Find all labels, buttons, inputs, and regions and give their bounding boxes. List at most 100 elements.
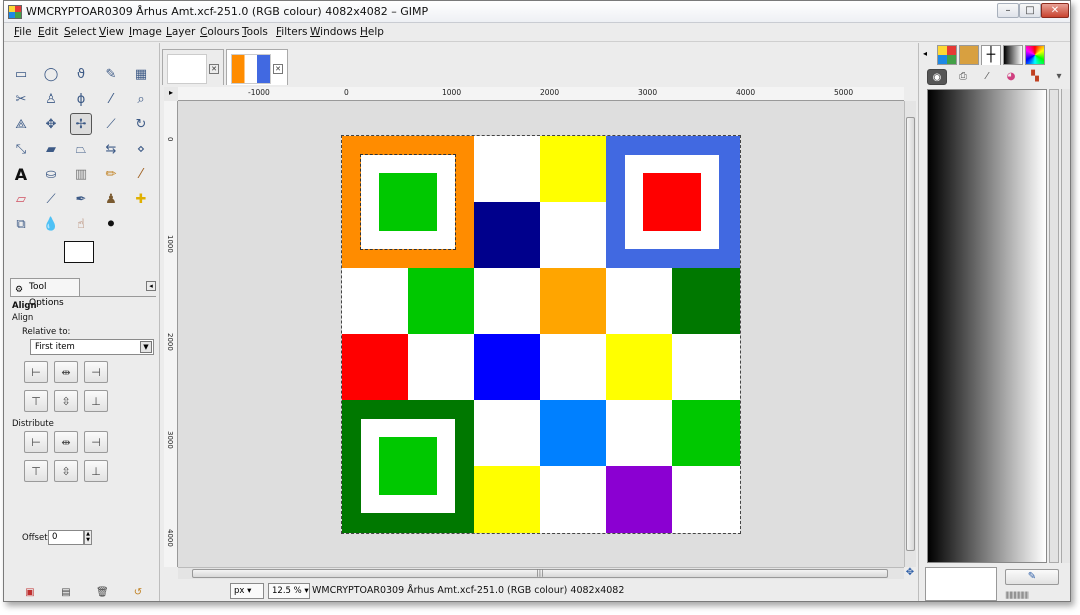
dock-scrollbar[interactable] (1049, 89, 1059, 563)
flip-tool-icon[interactable]: ⇆ (100, 138, 122, 160)
align-left-edge-button[interactable]: ⊢ (24, 361, 48, 383)
color-select-tool-icon[interactable]: ▦ (130, 63, 152, 85)
tab-tool-presets[interactable]: ┼ (981, 45, 1001, 65)
menu-help[interactable]: Help (360, 26, 384, 38)
menu-filters[interactable]: Filters (276, 26, 307, 38)
menu-windows[interactable]: Windows (310, 26, 357, 38)
chevron-down-icon[interactable]: ▼ (140, 341, 152, 353)
foreground-color[interactable] (64, 241, 94, 263)
clone-tool-icon[interactable]: ♟ (100, 188, 122, 210)
smudge-tool-icon[interactable]: ☝ (70, 213, 92, 235)
horizontal-scrollbar[interactable]: ||| (178, 567, 904, 579)
quick-mask-corner[interactable]: ▸ (164, 87, 178, 101)
perspective-clone-tool-icon[interactable]: ⧉ (10, 213, 32, 235)
distribute-v-center-button[interactable]: ⇳ (54, 460, 78, 482)
vertical-scroll-thumb[interactable] (906, 117, 915, 551)
align-top-edge-button[interactable]: ⊤ (24, 390, 48, 412)
close-icon[interactable]: ✕ (209, 64, 219, 74)
airbrush-tool-icon[interactable]: ⟋ (40, 188, 62, 210)
tab-patterns[interactable] (937, 45, 957, 65)
foreground-select-tool-icon[interactable]: ♙ (40, 88, 62, 110)
palette-icon[interactable]: ▚ (1025, 69, 1045, 85)
restore-options-icon[interactable]: ▤ (60, 587, 72, 599)
menu-file[interactable]: File (14, 26, 32, 38)
offset-field[interactable]: 0 (48, 530, 84, 545)
gimp-mascot-icon[interactable]: ◉ (927, 69, 947, 85)
minimize-button[interactable]: – (997, 3, 1019, 18)
shear-tool-icon[interactable]: ▰ (40, 138, 62, 160)
image-canvas[interactable] (341, 135, 741, 534)
brush-preview[interactable] (925, 567, 997, 601)
unit-select[interactable]: px ▾ (230, 583, 264, 599)
measure-tool-icon[interactable]: ⟁ (10, 113, 32, 135)
eraser-tool-icon[interactable]: ▱ (10, 188, 32, 210)
navigate-icon[interactable]: ✥ (904, 567, 916, 579)
tab-palettes[interactable] (1025, 45, 1045, 65)
align-right-edge-button[interactable]: ⊣ (84, 361, 108, 383)
tab-menu-icon[interactable]: ◂ (146, 281, 156, 291)
image-tab-crypto[interactable]: ✕ (226, 49, 288, 85)
brush-icon[interactable]: ⁄ (977, 69, 997, 85)
distribute-h-center-button[interactable]: ⇹ (54, 431, 78, 453)
close-button[interactable]: ✕ (1041, 3, 1069, 18)
blend-tool-icon[interactable]: ▥ (70, 163, 92, 185)
distribute-bottom-button[interactable]: ⊥ (84, 460, 108, 482)
menu-view[interactable]: View (99, 26, 124, 38)
blur-tool-icon[interactable]: 💧 (40, 213, 62, 235)
zoom-select[interactable]: 12.5 % ▾ (268, 583, 310, 599)
tab-tool-options[interactable]: ⚙ Tool Options (10, 278, 80, 308)
edit-button[interactable]: ✎ (1005, 569, 1059, 585)
distribute-left-button[interactable]: ⊢ (24, 431, 48, 453)
perspective-tool-icon[interactable]: ⏢ (70, 138, 92, 160)
color-picker-tool-icon[interactable]: ⁄ (100, 88, 122, 110)
maximize-button[interactable]: □ (1019, 3, 1041, 18)
heal-tool-icon[interactable]: ✚ (130, 188, 152, 210)
tab-gradients[interactable] (1003, 45, 1023, 65)
rotate-tool-icon[interactable]: ↻ (130, 113, 152, 135)
save-options-icon[interactable]: ▣ (24, 587, 36, 599)
delete-options-icon[interactable]: 🗑 (96, 587, 109, 599)
rect-select-tool-icon[interactable]: ▭ (10, 63, 32, 85)
paintbrush-tool-icon[interactable]: ⁄ (130, 163, 152, 185)
pencil-tool-icon[interactable]: ✏ (100, 163, 122, 185)
ink-tool-icon[interactable]: ✒ (70, 188, 92, 210)
free-select-tool-icon[interactable]: ϑ (70, 63, 92, 85)
align-h-center-button[interactable]: ⇹ (54, 361, 78, 383)
move-tool-icon[interactable]: ✥ (40, 113, 62, 135)
cage-transform-tool-icon[interactable]: ⋄ (130, 138, 152, 160)
gradient-preview[interactable] (927, 89, 1047, 563)
canvas-viewport[interactable] (178, 101, 904, 567)
zoom-tool-icon[interactable]: ⌕ (130, 88, 152, 110)
paths-tool-icon[interactable]: ϕ (70, 88, 92, 110)
bucket-fill-tool-icon[interactable]: ⛀ (40, 163, 62, 185)
printer-icon[interactable]: ⎙ (953, 69, 973, 85)
offset-spinner[interactable]: ▲ ▼ (84, 530, 92, 545)
dodge-burn-tool-icon[interactable]: ⚫ (100, 213, 122, 235)
more-icon[interactable]: ▾ (1049, 69, 1069, 85)
relative-to-select[interactable]: First item ▼ (30, 339, 154, 355)
distribute-right-button[interactable]: ⊣ (84, 431, 108, 453)
menu-image[interactable]: Image (129, 26, 162, 38)
color-wheel-icon[interactable]: ◕ (1001, 69, 1021, 85)
menu-layer[interactable]: Layer (166, 26, 195, 38)
menu-edit[interactable]: Edit (38, 26, 58, 38)
vertical-ruler[interactable]: 0 1000 2000 3000 4000 (164, 101, 178, 567)
dock-menu-icon[interactable]: ◂ (923, 49, 927, 58)
menu-select[interactable]: Select (64, 26, 96, 38)
ellipse-select-tool-icon[interactable]: ◯ (40, 63, 62, 85)
fuzzy-select-tool-icon[interactable]: ✎ (100, 63, 122, 85)
image-tab-blank[interactable]: ✕ (162, 49, 224, 85)
close-icon[interactable]: ✕ (273, 64, 283, 74)
fg-bg-color-swatch[interactable] (64, 241, 106, 271)
crop-tool-icon[interactable]: ⟋ (100, 113, 122, 135)
align-tool-icon[interactable]: ✢ (70, 113, 92, 135)
align-bottom-edge-button[interactable]: ⊥ (84, 390, 108, 412)
text-tool-icon[interactable]: A (10, 163, 32, 185)
scale-tool-icon[interactable]: ⤡ (10, 138, 32, 160)
menu-tools[interactable]: Tools (242, 26, 268, 38)
scissors-select-tool-icon[interactable]: ✂ (10, 88, 32, 110)
menu-colours[interactable]: Colours (200, 26, 240, 38)
reset-options-icon[interactable]: ↺ (132, 587, 144, 599)
vertical-scrollbar[interactable] (904, 101, 916, 567)
horizontal-scroll-thumb[interactable]: ||| (192, 569, 888, 578)
